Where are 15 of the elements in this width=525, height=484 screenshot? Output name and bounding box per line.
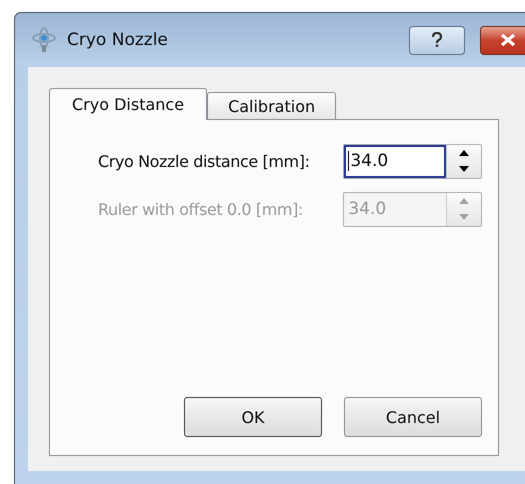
tab[interactable]: Calibration	[207, 92, 336, 119]
field-label: Cryo Nozzle distance [mm]:	[98, 152, 311, 170]
up-arrow-icon[interactable]	[458, 148, 470, 157]
close-icon	[499, 33, 517, 47]
cancel-button[interactable]: Cancel	[344, 397, 482, 437]
close-button[interactable]	[480, 26, 525, 54]
down-arrow-icon[interactable]	[458, 165, 470, 174]
help-icon	[431, 32, 443, 48]
molecule-icon	[31, 27, 57, 53]
field-label: Ruler with offset 0.0 [mm]:	[98, 200, 304, 218]
window-title: Cryo Nozzle	[67, 30, 168, 50]
number-spinner[interactable]: 34.0	[343, 144, 482, 178]
tab[interactable]: Cryo Distance	[49, 88, 208, 120]
help-button[interactable]	[409, 26, 465, 54]
ok-button[interactable]: OK	[184, 397, 322, 437]
